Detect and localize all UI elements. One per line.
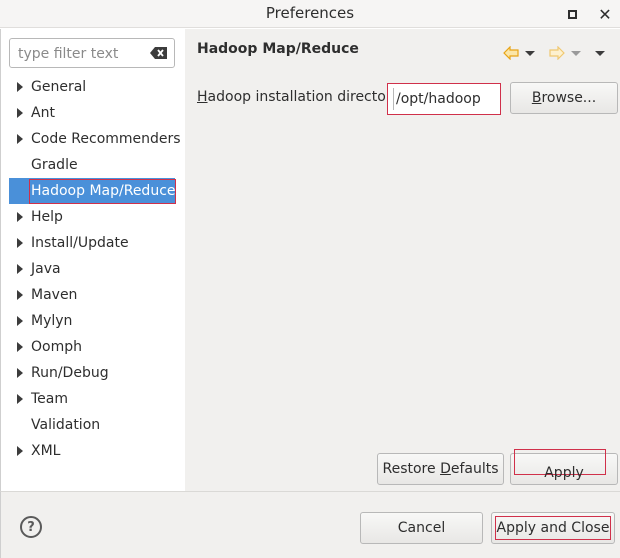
tree-item-run-debug[interactable]: Run/Debug: [1, 360, 185, 386]
tree-item-xml[interactable]: XML: [1, 438, 185, 464]
button-label: Restore: [382, 461, 441, 477]
forward-arrow-icon: [549, 46, 565, 60]
expand-arrow-icon[interactable]: [17, 446, 23, 456]
tree-item-label: Install/Update: [31, 235, 129, 251]
back-arrow-icon: [503, 46, 519, 60]
label-text: adoop installation directory:: [207, 89, 404, 105]
expand-arrow-icon[interactable]: [17, 82, 23, 92]
maximize-button[interactable]: [562, 4, 582, 24]
expand-arrow-icon[interactable]: [17, 238, 23, 248]
tree-item-java[interactable]: Java: [1, 256, 185, 282]
button-label: Apply and Close: [496, 520, 610, 536]
apply-button[interactable]: Apply: [510, 449, 618, 485]
tree-item-validation[interactable]: Validation: [1, 412, 185, 438]
filter-input[interactable]: [18, 44, 146, 64]
tree-item-label: Hadoop Map/Reduce: [31, 183, 176, 199]
tree-item-label: Gradle: [31, 157, 78, 173]
tree-item-maven[interactable]: Maven: [1, 282, 185, 308]
view-menu-button[interactable]: [595, 45, 605, 61]
tree-item-label: XML: [31, 443, 61, 459]
tree-item-label: Oomph: [31, 339, 82, 355]
clear-filter-icon[interactable]: [150, 46, 168, 60]
expand-arrow-icon[interactable]: [17, 316, 23, 326]
maximize-icon: [567, 9, 577, 19]
expand-arrow-icon[interactable]: [17, 342, 23, 352]
tree-item-label: Team: [31, 391, 69, 407]
tree-item-hadoop-map-reduce[interactable]: Hadoop Map/Reduce: [9, 178, 176, 204]
browse-button[interactable]: Browse...: [510, 82, 618, 114]
button-label: rowse...: [541, 90, 597, 106]
back-button[interactable]: [503, 45, 535, 61]
expand-arrow-icon[interactable]: [17, 108, 23, 118]
hadoop-dir-label: Hadoop installation directory:: [197, 89, 404, 105]
hadoop-dir-field: [387, 83, 501, 115]
forward-menu-chevron-icon[interactable]: [571, 50, 581, 56]
title-bar: Preferences ✕: [0, 0, 620, 28]
view-menu-chevron-icon: [595, 50, 605, 56]
forward-button[interactable]: [549, 45, 581, 61]
tree-item-help[interactable]: Help: [1, 204, 185, 230]
tree-item-label: Validation: [31, 417, 101, 433]
filter-box: [9, 38, 175, 68]
expand-arrow-icon[interactable]: [17, 368, 23, 378]
window-title: Preferences: [265, 4, 355, 22]
tree-item-gradle[interactable]: Gradle: [1, 152, 185, 178]
tree-item-label: Code Recommenders: [31, 131, 181, 147]
tree-item-install-update[interactable]: Install/Update: [1, 230, 185, 256]
page-title: Hadoop Map/Reduce: [197, 41, 359, 57]
mnemonic-char: D: [440, 461, 451, 477]
expand-arrow-icon[interactable]: [17, 212, 23, 222]
close-icon: ✕: [598, 4, 612, 24]
tree-item-mylyn[interactable]: Mylyn: [1, 308, 185, 334]
tree-item-general[interactable]: General: [1, 74, 185, 100]
tree-item-label: Help: [31, 209, 63, 225]
mnemonic-char: B: [531, 90, 542, 106]
tree-item-label: General: [31, 79, 87, 95]
restore-defaults-button[interactable]: Restore Defaults: [377, 453, 504, 485]
expand-arrow-icon[interactable]: [17, 264, 23, 274]
cancel-button[interactable]: Cancel: [360, 512, 483, 544]
tree-item-code-recommenders[interactable]: Code Recommenders: [1, 126, 185, 152]
mnemonic-char: H: [197, 89, 208, 105]
back-menu-chevron-icon[interactable]: [525, 50, 535, 56]
close-button[interactable]: ✕: [595, 4, 615, 24]
apply-and-close-button[interactable]: Apply and Close: [491, 512, 615, 544]
preferences-sidebar: General Ant Code Recommenders Gradle Hadoop …: [0, 29, 184, 491]
hadoop-dir-input[interactable]: [396, 90, 494, 108]
tree-item-label: Mylyn: [31, 313, 73, 329]
preference-tree: General Ant Code Recommenders Gradle Hadoop …: [1, 74, 185, 464]
expand-arrow-icon[interactable]: [17, 394, 23, 404]
preference-page: Hadoop Map/Reduce Hadoop installation di…: [185, 29, 620, 491]
tree-item-ant[interactable]: Ant: [1, 100, 185, 126]
expand-arrow-icon[interactable]: [17, 134, 23, 144]
button-label: efaults: [450, 461, 499, 477]
help-icon[interactable]: ?: [20, 516, 42, 538]
button-label: Cancel: [397, 520, 446, 536]
tree-item-label: Ant: [31, 105, 55, 121]
tree-item-label: Maven: [31, 287, 78, 303]
tree-item-label: Java: [31, 261, 61, 277]
tree-item-team[interactable]: Team: [1, 386, 185, 412]
expand-arrow-icon[interactable]: [17, 290, 23, 300]
tree-item-label: Run/Debug: [31, 365, 109, 381]
tree-item-oomph[interactable]: Oomph: [1, 334, 185, 360]
dialog-button-bar: ? Cancel Apply and Close: [0, 491, 620, 558]
button-label: Apply: [544, 465, 584, 481]
